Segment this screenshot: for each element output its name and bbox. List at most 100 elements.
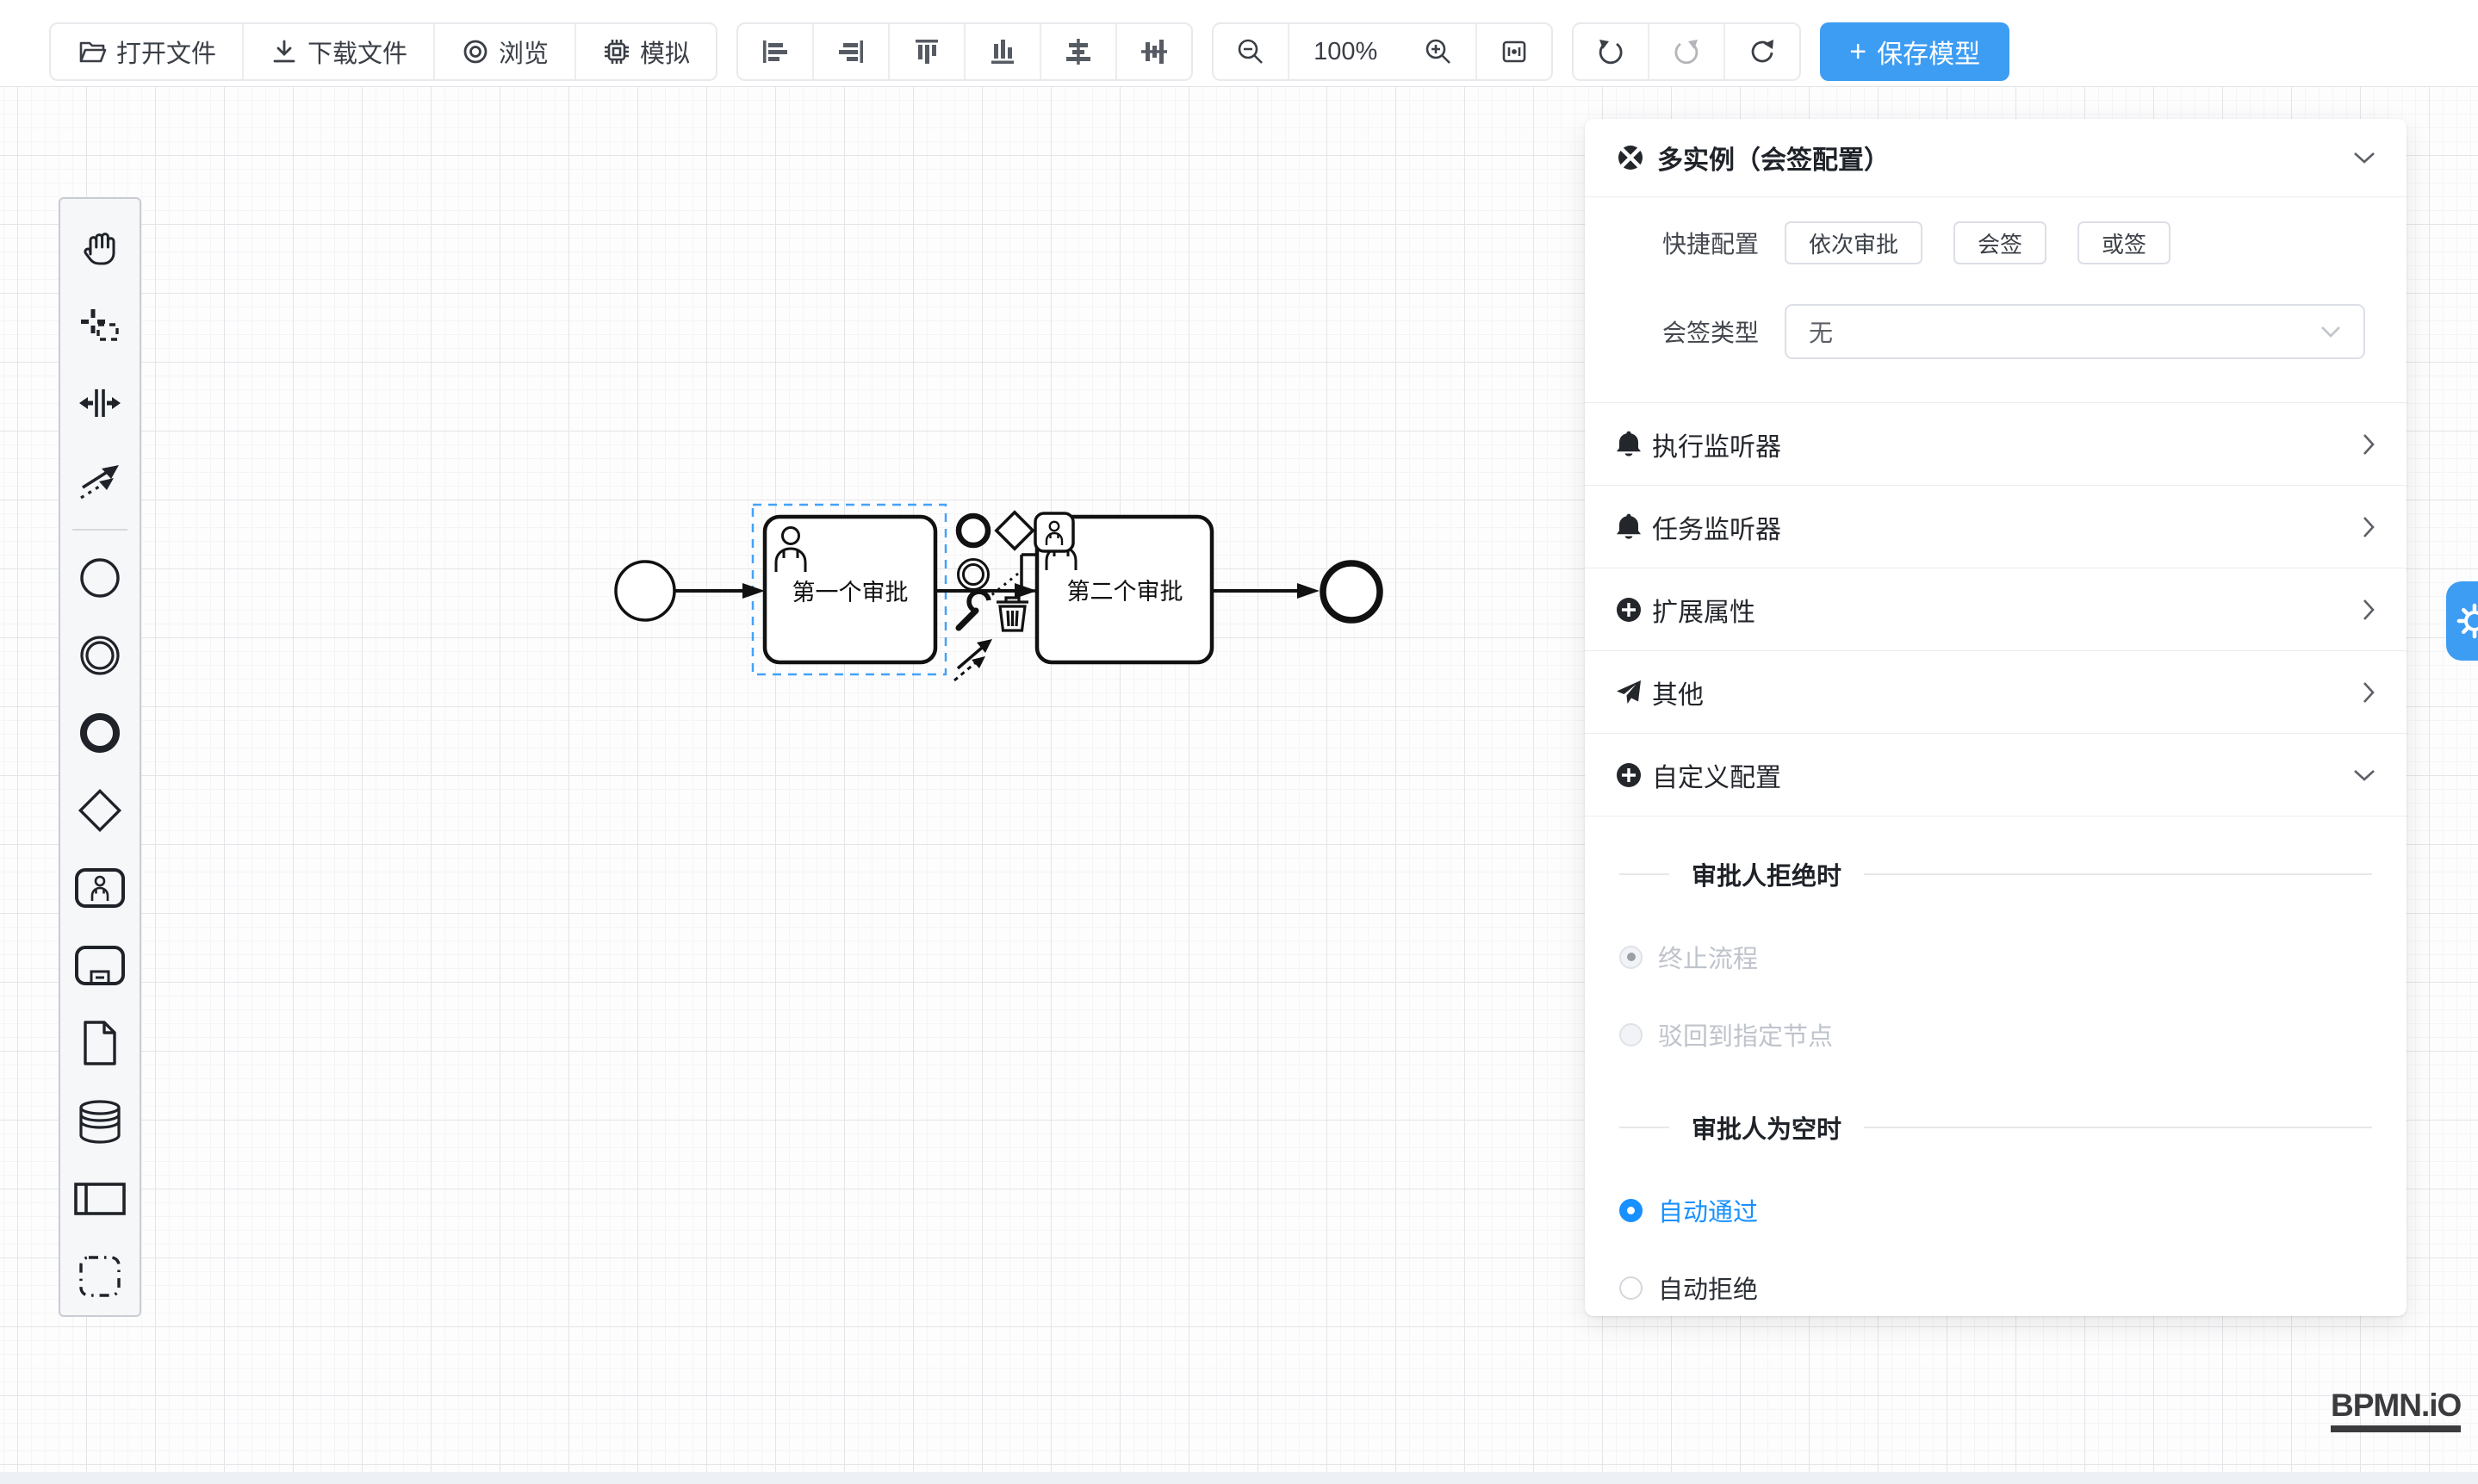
section-label: 扩展属性 <box>1652 591 2363 629</box>
start-event[interactable] <box>616 562 674 620</box>
zoom-in-icon <box>1424 37 1453 66</box>
panel-header[interactable]: 多实例（会签配置） <box>1585 119 2407 197</box>
reset-button[interactable] <box>1725 24 1799 79</box>
file-button-group: 打开文件 下载文件 浏览 <box>49 22 717 81</box>
create-data-store[interactable] <box>60 1083 140 1160</box>
simulate-icon <box>602 37 631 66</box>
folder-open-icon <box>77 37 108 66</box>
align-button-group <box>736 22 1193 81</box>
plus-icon: + <box>1849 37 1866 66</box>
radio-auto-reject[interactable]: 自动拒绝 <box>1619 1270 2372 1306</box>
section-extended-properties[interactable]: 扩展属性 <box>1585 568 2407 651</box>
save-model-button[interactable]: + 保存模型 <box>1820 22 2009 81</box>
sign-type-select[interactable]: 无 <box>1785 304 2365 359</box>
create-participant[interactable] <box>60 1160 140 1238</box>
panel-title: 多实例（会签配置） <box>1657 139 2353 177</box>
append-end-event-icon[interactable] <box>959 516 988 545</box>
chevron-right-icon <box>2363 681 2376 704</box>
sign-type-row: 会签类型 无 <box>1585 304 2407 359</box>
multi-instance-icon <box>1616 143 1645 172</box>
bell-icon <box>1616 513 1642 541</box>
sequential-approve-button[interactable]: 依次审批 <box>1785 221 1922 264</box>
create-gateway[interactable] <box>60 772 140 849</box>
settings-tab[interactable] <box>2446 581 2478 661</box>
global-connect-tool[interactable] <box>60 442 140 519</box>
quick-config-label: 快捷配置 <box>1585 226 1759 260</box>
tool-palette <box>59 197 141 1317</box>
align-bottom-button[interactable] <box>966 24 1041 79</box>
radio-icon[interactable] <box>1619 1199 1643 1222</box>
section-other[interactable]: 其他 <box>1585 651 2407 734</box>
hand-tool[interactable] <box>60 209 140 287</box>
wrench-icon[interactable] <box>959 592 989 628</box>
append-user-task-icon[interactable] <box>1035 513 1073 551</box>
append-gateway-icon[interactable] <box>997 512 1033 549</box>
or-sign-button[interactable]: 或签 <box>2077 221 2171 264</box>
align-middle-vertical-button[interactable] <box>1117 24 1191 79</box>
zoom-out-button[interactable] <box>1214 24 1289 79</box>
radio-label: 自动拒绝 <box>1658 1270 1758 1306</box>
space-tool[interactable] <box>60 364 140 442</box>
download-file-button[interactable]: 下载文件 <box>244 24 435 79</box>
section-custom-config[interactable]: 自定义配置 <box>1585 734 2407 817</box>
preview-label: 浏览 <box>499 34 549 70</box>
chevron-down-icon <box>2320 326 2341 338</box>
sequence-flow[interactable] <box>1212 583 1320 599</box>
end-event[interactable] <box>1323 563 1380 620</box>
create-end-event[interactable] <box>60 694 140 772</box>
create-intermediate-event[interactable] <box>60 617 140 694</box>
create-group[interactable] <box>60 1238 140 1315</box>
lasso-icon <box>76 301 124 350</box>
zoom-in-button[interactable] <box>1401 24 1477 79</box>
zoom-level: 100% <box>1289 24 1401 79</box>
user-task-icon <box>74 867 126 909</box>
section-execution-listener[interactable]: 执行监听器 <box>1585 403 2407 486</box>
section-task-listener[interactable]: 任务监听器 <box>1585 486 2407 568</box>
section-label: 执行监听器 <box>1652 425 2363 463</box>
preview-button[interactable]: 浏览 <box>435 24 576 79</box>
sign-type-value: 无 <box>1809 314 2320 349</box>
user-task-1[interactable]: 第一个审批 <box>765 517 935 662</box>
lasso-tool[interactable] <box>60 287 140 364</box>
align-top-icon <box>912 37 941 66</box>
create-data-object[interactable] <box>60 1004 140 1082</box>
bottom-scrollbar-track[interactable] <box>0 1472 2478 1484</box>
trash-icon[interactable] <box>997 598 1028 630</box>
bpmn-io-logo[interactable]: BPMN.iO <box>2331 1388 2461 1432</box>
create-start-event[interactable] <box>60 539 140 617</box>
empty-title: 审批人为空时 <box>1692 1109 1841 1146</box>
align-right-button[interactable] <box>814 24 890 79</box>
sequence-flow[interactable] <box>675 583 765 599</box>
radio-icon[interactable] <box>1619 1276 1643 1300</box>
bell-icon <box>1616 431 1642 458</box>
create-user-task[interactable] <box>60 849 140 927</box>
create-subprocess[interactable] <box>60 927 140 1004</box>
fit-viewport-button[interactable] <box>1477 24 1551 79</box>
chevron-down-icon[interactable] <box>2353 151 2376 165</box>
data-store-icon <box>76 1099 124 1144</box>
radio-label: 终止流程 <box>1658 939 1758 975</box>
connect-tool-icon <box>76 456 124 505</box>
undo-button[interactable] <box>1574 24 1649 79</box>
undo-icon <box>1596 37 1625 66</box>
open-file-button[interactable]: 打开文件 <box>51 24 244 79</box>
align-top-button[interactable] <box>890 24 966 79</box>
simulate-button[interactable]: 模拟 <box>576 24 716 79</box>
align-left-button[interactable] <box>738 24 814 79</box>
align-right-icon <box>836 37 866 66</box>
append-intermediate-event-icon[interactable] <box>959 560 989 590</box>
zoom-button-group: 100% <box>1212 22 1553 81</box>
redo-button[interactable] <box>1649 24 1725 79</box>
connect-icon[interactable] <box>954 639 992 680</box>
plus-circle-icon <box>1616 597 1642 623</box>
radio-return-to-node: 驳回到指定节点 <box>1619 1016 2372 1052</box>
reject-divider: 审批人拒绝时 <box>1619 856 2372 892</box>
countersign-button[interactable]: 会签 <box>1953 221 2046 264</box>
radio-auto-pass[interactable]: 自动通过 <box>1619 1192 2372 1228</box>
download-file-label: 下载文件 <box>307 34 407 70</box>
align-center-horizontal-button[interactable] <box>1041 24 1117 79</box>
chevron-right-icon <box>2363 433 2376 456</box>
align-center-horizontal-icon <box>1064 37 1093 66</box>
multi-instance-form: 快捷配置 依次审批 会签 或签 会签类型 无 <box>1585 197 2407 403</box>
data-object-icon <box>80 1019 120 1067</box>
